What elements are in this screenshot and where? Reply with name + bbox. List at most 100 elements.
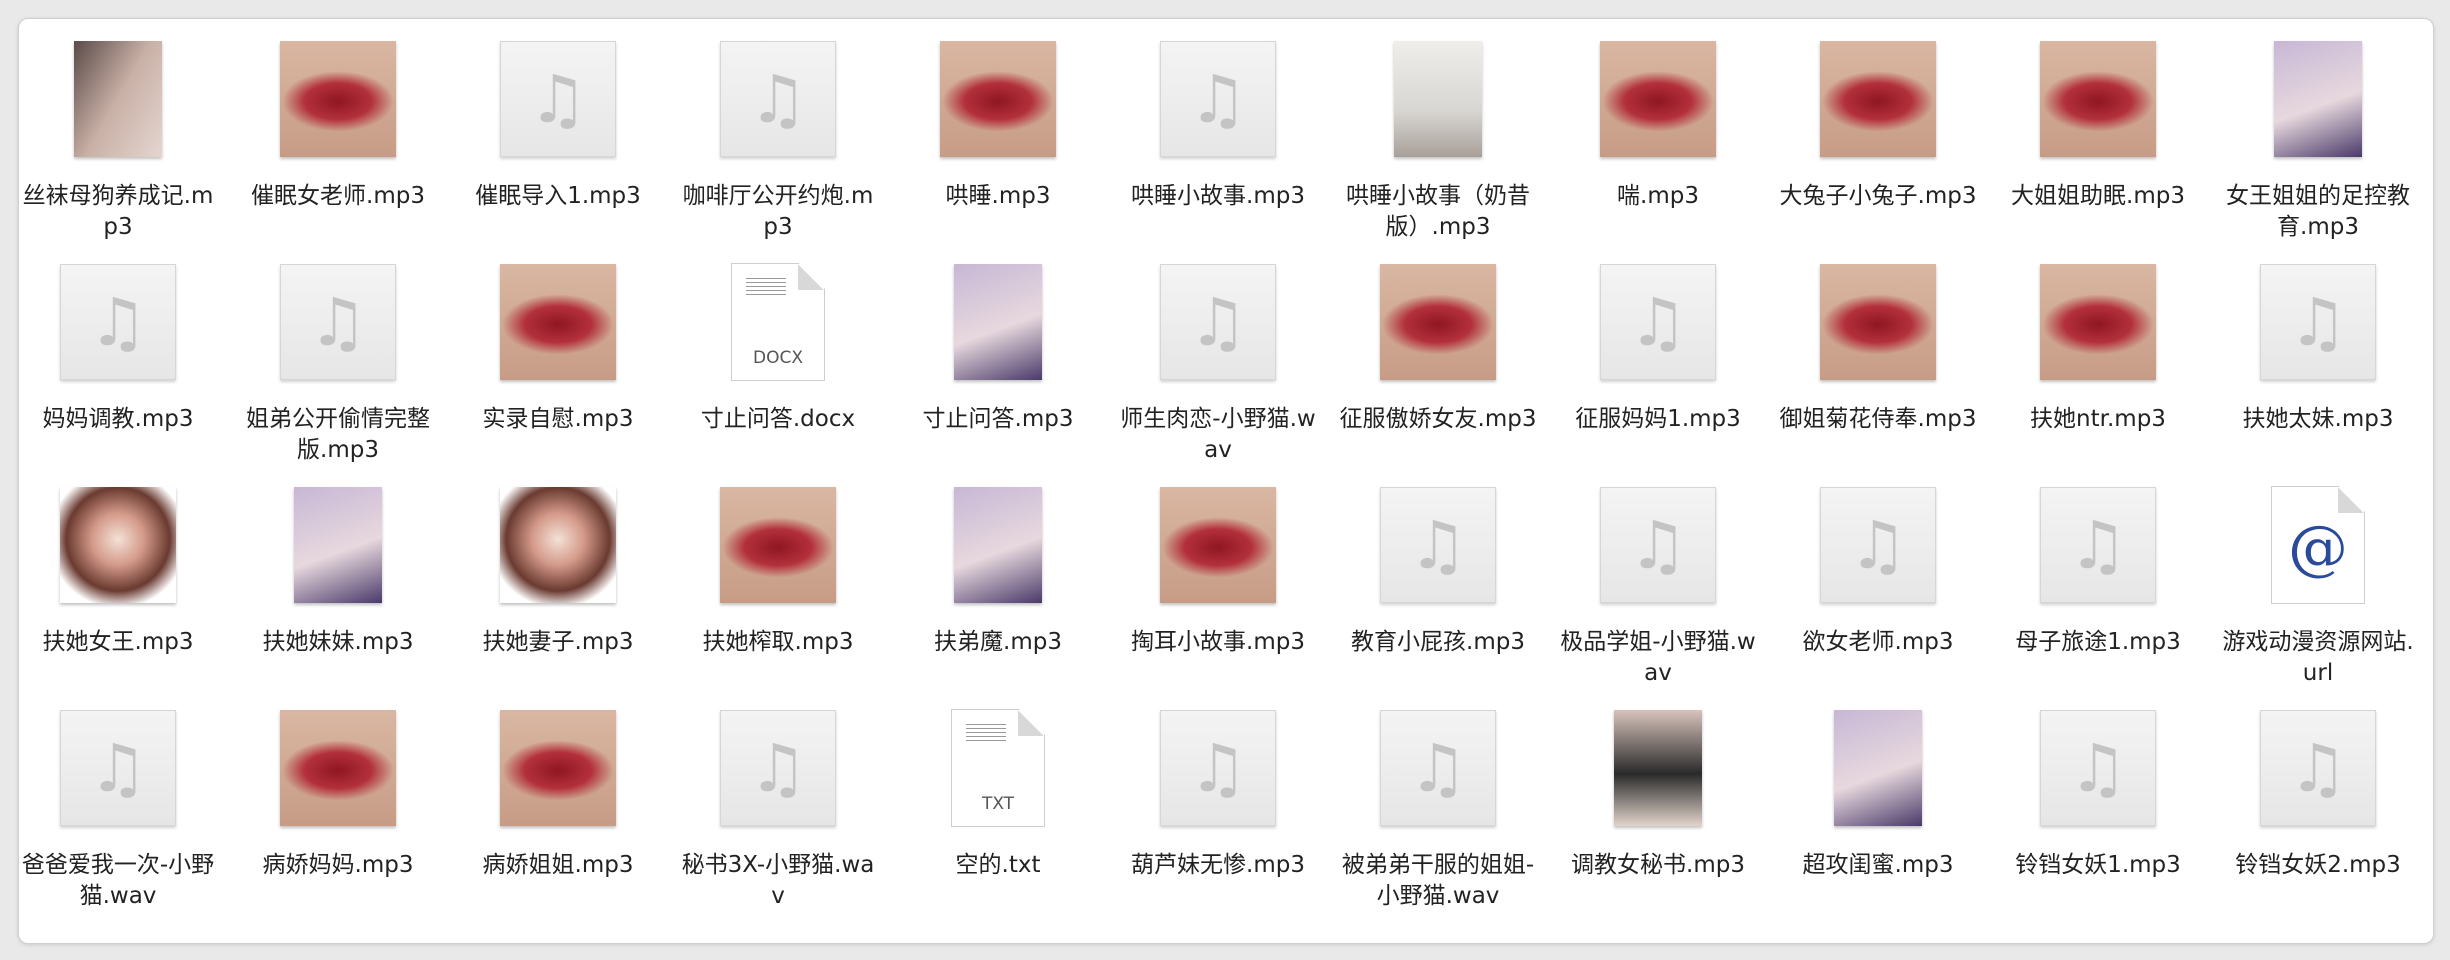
file-item[interactable]: 喘.mp3 xyxy=(1548,37,1768,260)
file-name[interactable]: 教育小屁孩.mp3 xyxy=(1336,627,1541,658)
file-thumbnail: ♫ xyxy=(713,37,843,161)
file-item[interactable]: 超攻闺蜜.mp3 xyxy=(1768,706,1988,929)
file-name[interactable]: 扶她ntr.mp3 xyxy=(1996,404,2201,435)
file-item[interactable]: DOCX 寸止问答.docx xyxy=(668,260,888,483)
file-item[interactable]: 掏耳小故事.mp3 xyxy=(1108,483,1328,706)
audio-file-icon: ♫ xyxy=(1600,487,1716,603)
file-item[interactable]: 大兔子小兔子.mp3 xyxy=(1768,37,1988,260)
file-item[interactable]: ♫ 征服妈妈1.mp3 xyxy=(1548,260,1768,483)
image-preview-icon xyxy=(1820,264,1936,380)
file-item[interactable]: 扶她榨取.mp3 xyxy=(668,483,888,706)
file-name[interactable]: 欲女老师.mp3 xyxy=(1776,627,1981,658)
file-item[interactable]: ♫ 咖啡厅公开约炮.mp3 xyxy=(668,37,888,260)
file-type-label: @ xyxy=(2288,513,2348,583)
file-item[interactable]: ♫ 被弟弟干服的姐姐-小野猫.wav xyxy=(1328,706,1548,929)
file-name[interactable]: 扶她妻子.mp3 xyxy=(456,627,661,658)
file-name[interactable]: 大姐姐助眠.mp3 xyxy=(1996,181,2201,212)
file-name[interactable]: 征服妈妈1.mp3 xyxy=(1556,404,1761,435)
file-name[interactable]: 空的.txt xyxy=(896,850,1101,881)
file-item[interactable]: 实录自慰.mp3 xyxy=(448,260,668,483)
file-name[interactable]: 扶她榨取.mp3 xyxy=(676,627,881,658)
file-thumbnail xyxy=(933,37,1063,161)
file-item[interactable]: 哄睡小故事（奶昔版）.mp3 xyxy=(1328,37,1548,260)
file-item[interactable]: 寸止问答.mp3 xyxy=(888,260,1108,483)
file-name[interactable]: 超攻闺蜜.mp3 xyxy=(1776,850,1981,881)
file-name[interactable]: 实录自慰.mp3 xyxy=(456,404,661,435)
file-thumbnail: ♫ xyxy=(2253,260,2383,384)
file-name[interactable]: 病娇姐姐.mp3 xyxy=(456,850,661,881)
file-item[interactable]: ♫ 铃铛女妖2.mp3 xyxy=(2208,706,2428,929)
file-name[interactable]: 病娇妈妈.mp3 xyxy=(236,850,441,881)
file-item[interactable]: 大姐姐助眠.mp3 xyxy=(1988,37,2208,260)
file-name[interactable]: 铃铛女妖2.mp3 xyxy=(2216,850,2421,881)
file-item[interactable]: ♫ 妈妈调教.mp3 xyxy=(19,260,228,483)
file-item[interactable]: 哄睡.mp3 xyxy=(888,37,1108,260)
file-name[interactable]: 哄睡.mp3 xyxy=(896,181,1101,212)
file-name[interactable]: 喘.mp3 xyxy=(1556,181,1761,212)
file-name[interactable]: 扶她女王.mp3 xyxy=(19,627,221,658)
file-name[interactable]: 极品学姐-小野猫.wav xyxy=(1556,627,1761,689)
file-name[interactable]: 掏耳小故事.mp3 xyxy=(1116,627,1321,658)
file-name[interactable]: 游戏动漫资源网站.url xyxy=(2216,627,2421,689)
file-thumbnail: ♫ xyxy=(2253,706,2383,830)
file-item[interactable]: ♫ 爸爸爱我一次-小野猫.wav xyxy=(19,706,228,929)
file-name[interactable]: 寸止问答.mp3 xyxy=(896,404,1101,435)
file-item[interactable]: ♫ 哄睡小故事.mp3 xyxy=(1108,37,1328,260)
file-item[interactable]: 扶她女王.mp3 xyxy=(19,483,228,706)
file-name[interactable]: 催眠导入1.mp3 xyxy=(456,181,661,212)
file-name[interactable]: 大兔子小兔子.mp3 xyxy=(1776,181,1981,212)
file-item[interactable]: 扶她ntr.mp3 xyxy=(1988,260,2208,483)
file-name[interactable]: 秘书3X-小野猫.wav xyxy=(676,850,881,912)
image-preview-icon xyxy=(1834,710,1922,826)
file-item[interactable]: ♫ 催眠导入1.mp3 xyxy=(448,37,668,260)
file-item[interactable]: ♫ 师生肉恋-小野猫.wav xyxy=(1108,260,1328,483)
file-name[interactable]: 御姐菊花侍奉.mp3 xyxy=(1776,404,1981,435)
file-name[interactable]: 女王姐姐的足控教育.mp3 xyxy=(2216,181,2421,243)
file-item[interactable]: 催眠女老师.mp3 xyxy=(228,37,448,260)
file-name[interactable]: 母子旅途1.mp3 xyxy=(1996,627,2201,658)
file-item[interactable]: @ 游戏动漫资源网站.url xyxy=(2208,483,2428,706)
file-item[interactable]: 扶她妹妹.mp3 xyxy=(228,483,448,706)
file-name[interactable]: 寸止问答.docx xyxy=(676,404,881,435)
file-name[interactable]: 调教女秘书.mp3 xyxy=(1556,850,1761,881)
file-item[interactable]: 扶她妻子.mp3 xyxy=(448,483,668,706)
file-name[interactable]: 咖啡厅公开约炮.mp3 xyxy=(676,181,881,243)
file-thumbnail xyxy=(1373,37,1503,161)
file-item[interactable]: 御姐菊花侍奉.mp3 xyxy=(1768,260,1988,483)
file-name[interactable]: 爸爸爱我一次-小野猫.wav xyxy=(19,850,221,912)
file-name[interactable]: 丝袜母狗养成记.mp3 xyxy=(19,181,221,243)
audio-file-icon: ♫ xyxy=(280,264,396,380)
file-name[interactable]: 被弟弟干服的姐姐-小野猫.wav xyxy=(1336,850,1541,912)
file-item[interactable]: ♫ 教育小屁孩.mp3 xyxy=(1328,483,1548,706)
file-item[interactable]: ♫ 秘书3X-小野猫.wav xyxy=(668,706,888,929)
file-item[interactable]: ♫ 姐弟公开偷情完整版.mp3 xyxy=(228,260,448,483)
file-item[interactable]: 女王姐姐的足控教育.mp3 xyxy=(2208,37,2428,260)
file-item[interactable]: TXT 空的.txt xyxy=(888,706,1108,929)
file-name[interactable]: 催眠女老师.mp3 xyxy=(236,181,441,212)
file-item[interactable]: 征服傲娇女友.mp3 xyxy=(1328,260,1548,483)
file-item[interactable]: ♫ 铃铛女妖1.mp3 xyxy=(1988,706,2208,929)
file-item[interactable]: 病娇姐姐.mp3 xyxy=(448,706,668,929)
image-preview-icon xyxy=(294,487,382,603)
file-name[interactable]: 铃铛女妖1.mp3 xyxy=(1996,850,2201,881)
file-name[interactable]: 师生肉恋-小野猫.wav xyxy=(1116,404,1321,466)
file-name[interactable]: 妈妈调教.mp3 xyxy=(19,404,221,435)
file-name[interactable]: 扶她妹妹.mp3 xyxy=(236,627,441,658)
file-item[interactable]: ♫ 扶她太妹.mp3 xyxy=(2208,260,2428,483)
audio-file-icon: ♫ xyxy=(2260,264,2376,380)
file-item[interactable]: 病娇妈妈.mp3 xyxy=(228,706,448,929)
file-item[interactable]: ♫ 葫芦妹无惨.mp3 xyxy=(1108,706,1328,929)
file-name[interactable]: 葫芦妹无惨.mp3 xyxy=(1116,850,1321,881)
file-item[interactable]: ♫ 欲女老师.mp3 xyxy=(1768,483,1988,706)
file-name[interactable]: 姐弟公开偷情完整版.mp3 xyxy=(236,404,441,466)
file-item[interactable]: 扶弟魔.mp3 xyxy=(888,483,1108,706)
file-name[interactable]: 扶弟魔.mp3 xyxy=(896,627,1101,658)
file-name[interactable]: 哄睡小故事（奶昔版）.mp3 xyxy=(1336,181,1541,243)
file-item[interactable]: 丝袜母狗养成记.mp3 xyxy=(19,37,228,260)
file-name[interactable]: 征服傲娇女友.mp3 xyxy=(1336,404,1541,435)
file-item[interactable]: ♫ 极品学姐-小野猫.wav xyxy=(1548,483,1768,706)
file-item[interactable]: ♫ 母子旅途1.mp3 xyxy=(1988,483,2208,706)
file-item[interactable]: 调教女秘书.mp3 xyxy=(1548,706,1768,929)
file-name[interactable]: 哄睡小故事.mp3 xyxy=(1116,181,1321,212)
file-name[interactable]: 扶她太妹.mp3 xyxy=(2216,404,2421,435)
